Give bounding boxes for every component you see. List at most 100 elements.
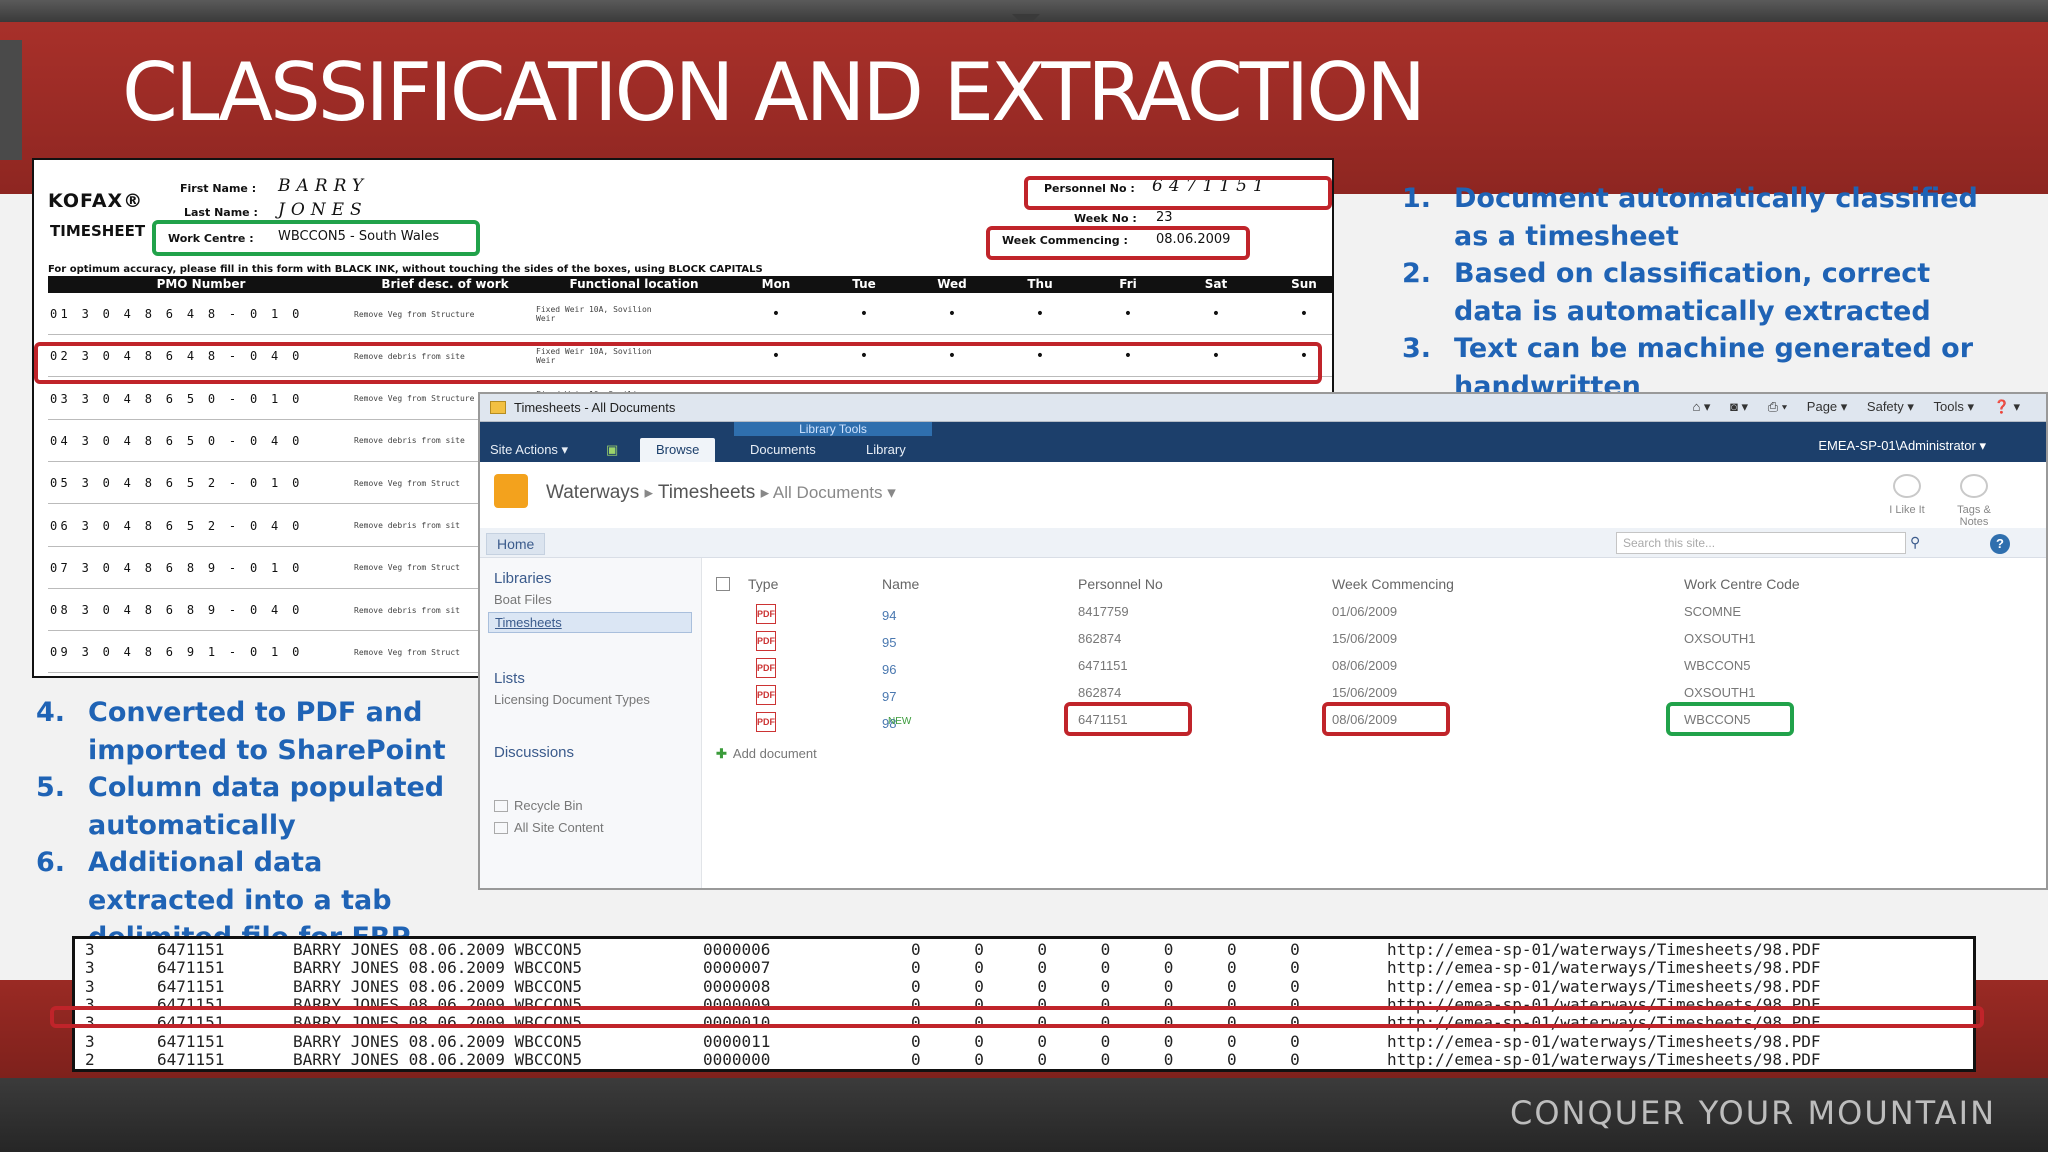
step-text: Based on classification, correct data is… — [1454, 258, 1931, 327]
search-input[interactable]: Search this site... — [1616, 532, 1906, 554]
nav-discussions[interactable]: Discussions — [494, 744, 574, 761]
document-row[interactable]: PDF 98 NEW 6471151 08/06/2009 WBCCON5 — [480, 708, 2046, 734]
col-week-commencing[interactable]: Week Commencing — [1332, 576, 1454, 592]
document-row[interactable]: PDF 97 862874 15/06/2009 OXSOUTH1 — [480, 681, 2046, 707]
breadcrumb-list[interactable]: Timesheets — [658, 482, 756, 503]
tab-browse[interactable]: Browse — [640, 438, 716, 462]
site-logo-icon — [494, 474, 528, 508]
add-icon: ✚ — [716, 746, 727, 761]
day-cell: • — [1035, 306, 1045, 322]
tags-notes-button[interactable]: Tags & Notes — [1946, 474, 2002, 528]
week-commencing-cell: 15/06/2009 — [1332, 685, 1398, 700]
highlight-timesheet-row-03 — [34, 342, 1322, 384]
kofax-logo: KOFAX® — [48, 190, 144, 212]
nav-recycle-bin[interactable]: Recycle Bin — [494, 798, 583, 813]
pmo-number: 03 3 0 4 8 6 5 0 - 0 1 0 — [50, 391, 303, 406]
steps-list-bottom: 4. Converted to PDF and imported to Share… — [36, 694, 466, 957]
highlight-week-commencing — [986, 226, 1250, 260]
print-icon[interactable]: ⎙ ▾ — [1768, 399, 1787, 414]
document-name-text[interactable]: 96 — [882, 662, 896, 677]
safety-menu[interactable]: Safety ▾ — [1867, 399, 1914, 414]
logo-mark-icon: ® — [123, 190, 144, 212]
step-text: Document automatically classified as a t… — [1454, 183, 1978, 252]
browser-tab-title[interactable]: Timesheets - All Documents — [514, 400, 675, 415]
sharepoint-window: Timesheets - All Documents ⌂ ▾ ◙ ▾ ⎙ ▾ P… — [478, 392, 2048, 890]
tab-library[interactable]: Library — [866, 442, 906, 457]
add-document-link[interactable]: ✚ Add document — [716, 746, 817, 762]
step-number: 5. — [36, 772, 66, 803]
tab-file-row: 3 6471151 BARRY JONES 08.06.2009 WBCCON5 00… — [75, 940, 1973, 959]
tab-documents[interactable]: Documents — [750, 442, 816, 457]
timesheet-heading: TIMESHEET — [50, 222, 146, 240]
page-menu[interactable]: Page ▾ — [1807, 399, 1848, 414]
breadcrumb-site[interactable]: Waterways — [546, 482, 639, 503]
nav-all-site-content[interactable]: All Site Content — [494, 820, 604, 835]
col-type[interactable]: Type — [748, 576, 778, 592]
step-text: Converted to PDF and imported to SharePo… — [88, 697, 446, 766]
employee-details: BARRY JONES 08.06.2009 WBCCON5 — [293, 1031, 582, 1051]
work-centre-cell: OXSOUTH1 — [1684, 631, 1756, 646]
highlight-sp-work-centre — [1666, 702, 1794, 736]
document-row[interactable]: PDF 94 8417759 01/06/2009 SCOMNE — [480, 600, 2046, 626]
pdf-file-icon: PDF — [756, 658, 776, 678]
last-name-value: JONES — [278, 200, 368, 220]
slide-left-tab — [0, 40, 22, 160]
rss-icon[interactable]: ◙ ▾ — [1730, 399, 1748, 414]
functional-location: Fixed Weir 10A, Sovilion Weir — [536, 305, 652, 323]
footer-tagline: CONQUER YOUR MOUNTAIN — [1510, 1094, 1996, 1132]
document-row[interactable]: PDF 95 862874 15/06/2009 OXSOUTH1 — [480, 627, 2046, 653]
step-number: 2. — [1402, 258, 1432, 289]
pmo-number: 08 3 0 4 8 6 8 9 - 0 4 0 — [50, 603, 303, 618]
site-actions-menu[interactable]: Site Actions ▾ — [490, 442, 568, 458]
first-name-value: BARRY — [278, 176, 370, 196]
employee-details: BARRY JONES 08.06.2009 WBCCON5 — [293, 940, 582, 959]
tab-file-row: 2 6471151 BARRY JONES 08.06.2009 WBCCON5 00… — [75, 1050, 1973, 1069]
pmo-number: 04 3 0 4 8 6 5 0 - 0 4 0 — [50, 433, 303, 448]
col-sat: Sat — [1204, 277, 1228, 291]
personnel-no-cell: 6471151 — [1078, 658, 1128, 673]
line-code: 0000006 — [703, 940, 771, 959]
tools-menu[interactable]: Tools ▾ — [1934, 399, 1975, 414]
document-url: http://emea-sp-01/waterways/Timesheets/9… — [1387, 1031, 1821, 1051]
browser-tab-bar: Timesheets - All Documents ⌂ ▾ ◙ ▾ ⎙ ▾ P… — [480, 394, 2046, 422]
timesheet-row: 01 3 0 4 8 6 4 8 - 0 1 0 Remove Veg from … — [48, 294, 1332, 335]
pmo-number: 05 3 0 4 8 6 5 2 - 0 1 0 — [50, 476, 303, 491]
navigate-up-icon[interactable]: ▣ — [606, 442, 618, 458]
step-item: 2. Based on classification, correct data … — [1402, 255, 2002, 330]
nav-home[interactable]: Home — [486, 533, 546, 555]
document-url: http://emea-sp-01/waterways/Timesheets/9… — [1387, 976, 1821, 996]
search-icon[interactable]: ⚲ — [1910, 534, 1920, 551]
document-name-text[interactable]: 97 — [882, 689, 896, 704]
user-menu[interactable]: EMEA-SP-01\Administrator ▾ — [1818, 438, 1986, 454]
week-no-label: Week No : — [1074, 212, 1137, 225]
step-number: 4. — [36, 697, 66, 728]
step-text: Column data populated automatically — [88, 772, 445, 841]
help-icon[interactable]: ? — [1990, 534, 2010, 554]
work-centre-cell: SCOMNE — [1684, 604, 1742, 619]
home-icon[interactable]: ⌂ ▾ — [1692, 399, 1710, 414]
pmo-number: 09 3 0 4 8 6 9 1 - 0 1 0 — [50, 645, 303, 660]
col-brief-desc: Brief desc. of work — [381, 277, 509, 291]
record-type: 3 — [85, 976, 95, 996]
line-code: 0000008 — [703, 976, 771, 996]
document-name-text[interactable]: 94 — [882, 608, 896, 623]
col-work-centre-code[interactable]: Work Centre Code — [1684, 576, 1800, 592]
tab-delimited-file: 3 6471151 BARRY JONES 08.06.2009 WBCCON5 00… — [72, 936, 1976, 1072]
pmo-number: 07 3 0 4 8 6 8 9 - 0 1 0 — [50, 560, 303, 575]
col-thu: Thu — [1027, 277, 1053, 291]
help-icon[interactable]: ❓ ▾ — [1994, 399, 2020, 414]
col-personnel-no[interactable]: Personnel No — [1078, 576, 1163, 592]
select-all-checkbox[interactable] — [716, 577, 730, 591]
document-url: http://emea-sp-01/waterways/Timesheets/9… — [1387, 940, 1821, 959]
breadcrumb-view[interactable]: All Documents ▾ — [773, 483, 896, 502]
i-like-it-button[interactable]: I Like It — [1884, 474, 1930, 516]
step-item: 5. Column data populated automatically — [36, 769, 466, 844]
document-name-text[interactable]: 95 — [882, 635, 896, 650]
personnel-id: 6471151 — [157, 1031, 225, 1051]
col-name[interactable]: Name — [882, 576, 919, 592]
line-code: 0000007 — [703, 958, 771, 978]
nav-libraries[interactable]: Libraries — [494, 570, 552, 587]
document-row[interactable]: PDF 96 6471151 08/06/2009 WBCCON5 — [480, 654, 2046, 680]
work-centre-cell: WBCCON5 — [1684, 658, 1751, 673]
timesheet-instructions: For optimum accuracy, please fill in thi… — [48, 264, 763, 275]
